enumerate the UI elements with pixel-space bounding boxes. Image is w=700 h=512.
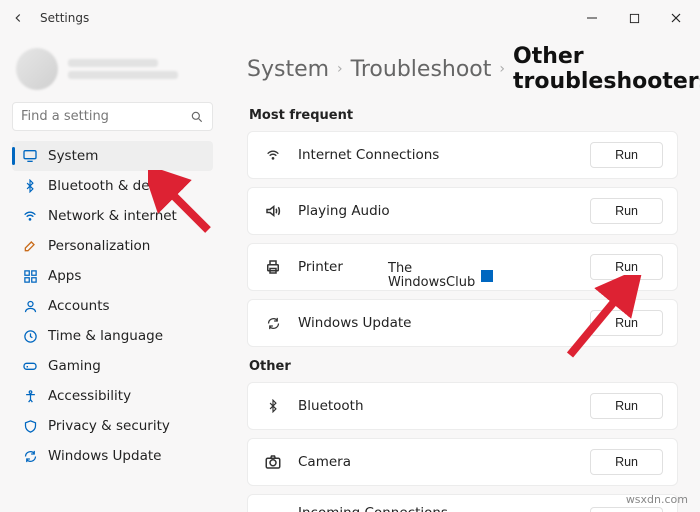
sidebar-item-label: Gaming [48, 358, 101, 374]
crumb-troubleshoot[interactable]: Troubleshoot [351, 57, 492, 82]
update-icon [262, 312, 284, 334]
card-title: Playing Audio [298, 203, 590, 219]
card-title: Camera [298, 454, 590, 470]
run-button[interactable]: Run [590, 198, 663, 224]
troubleshooter-card: PrinterRun [247, 243, 678, 291]
sidebar-item-label: Apps [48, 268, 81, 284]
troubleshooter-card: Internet ConnectionsRun [247, 131, 678, 179]
sidebar-item-label: Accessibility [48, 388, 131, 404]
sidebar-item-personalization[interactable]: Personalization [12, 231, 213, 261]
wifi-icon [262, 144, 284, 166]
card-title: Printer [298, 259, 590, 275]
person-icon [22, 298, 38, 314]
sidebar-item-label: Personalization [48, 238, 150, 254]
chevron-right-icon: › [499, 61, 505, 77]
card-title: Windows Update [298, 315, 590, 331]
nav-list: System Bluetooth & devices Network & inter… [12, 141, 213, 471]
sidebar-item-accessibility[interactable]: Accessibility [12, 381, 213, 411]
troubleshooter-card: Windows UpdateRun [247, 299, 678, 347]
sidebar-item-apps[interactable]: Apps [12, 261, 213, 291]
chevron-right-icon: › [337, 61, 343, 77]
sidebar-item-label: Bluetooth & devices [48, 178, 184, 194]
access-icon [22, 388, 38, 404]
sidebar-item-system[interactable]: System [12, 141, 213, 171]
card-title: Internet Connections [298, 147, 590, 163]
sidebar-item-windows-update[interactable]: Windows Update [12, 441, 213, 471]
sidebar-item-label: Privacy & security [48, 418, 170, 434]
footer-credit: wsxdn.com [626, 493, 688, 506]
sidebar-item-accounts[interactable]: Accounts [12, 291, 213, 321]
run-button[interactable]: Run [590, 142, 663, 168]
sidebar-item-time-language[interactable]: Time & language [12, 321, 213, 351]
troubleshooter-card: BluetoothRun [247, 382, 678, 430]
apps-icon [22, 268, 38, 284]
title-bar: Settings [0, 0, 700, 36]
back-button[interactable] [8, 8, 28, 28]
printer-icon [262, 256, 284, 278]
search-input[interactable]: Find a setting [12, 102, 213, 131]
sidebar-item-privacy-security[interactable]: Privacy & security [12, 411, 213, 441]
run-button[interactable]: Run [590, 254, 663, 280]
section-other: Other [249, 359, 678, 374]
bluetooth-icon [262, 395, 284, 417]
monitor-icon [22, 148, 38, 164]
avatar [16, 48, 58, 90]
run-button[interactable]: Run [590, 393, 663, 419]
account-header[interactable] [12, 44, 213, 102]
sidebar-item-gaming[interactable]: Gaming [12, 351, 213, 381]
audio-icon [262, 200, 284, 222]
sidebar-item-label: Time & language [48, 328, 163, 344]
sidebar-item-label: Accounts [48, 298, 110, 314]
sidebar-item-network-internet[interactable]: Network & internet [12, 201, 213, 231]
troubleshooter-card: CameraRun [247, 438, 678, 486]
breadcrumb: System › Troubleshoot › Other troublesho… [247, 44, 678, 94]
maximize-button[interactable] [618, 6, 650, 30]
app-title: Settings [40, 11, 89, 25]
run-button[interactable]: Run [590, 310, 663, 336]
sidebar: Find a setting System Bluetooth & devices… [0, 36, 225, 512]
update-icon [22, 448, 38, 464]
close-button[interactable] [660, 6, 692, 30]
camera-icon [262, 451, 284, 473]
section-most-frequent: Most frequent [249, 108, 678, 123]
troubleshooter-card: Incoming ConnectionsFind and fix problem… [247, 494, 678, 512]
page-title: Other troubleshooters [513, 44, 700, 94]
search-placeholder: Find a setting [21, 109, 109, 124]
sidebar-item-label: Windows Update [48, 448, 161, 464]
clock-icon [22, 328, 38, 344]
brush-icon [22, 238, 38, 254]
minimize-button[interactable] [576, 6, 608, 30]
sidebar-item-bluetooth-devices[interactable]: Bluetooth & devices [12, 171, 213, 201]
card-title: Incoming Connections [298, 505, 590, 512]
run-button[interactable]: Run [590, 507, 663, 512]
search-icon [190, 110, 204, 124]
troubleshooter-card: Playing AudioRun [247, 187, 678, 235]
content-area: System › Troubleshoot › Other troublesho… [225, 36, 700, 512]
crumb-system[interactable]: System [247, 57, 329, 82]
sidebar-item-label: Network & internet [48, 208, 177, 224]
wifi-icon [22, 208, 38, 224]
card-title: Bluetooth [298, 398, 590, 414]
game-icon [22, 358, 38, 374]
shield-icon [22, 418, 38, 434]
run-button[interactable]: Run [590, 449, 663, 475]
incoming-icon [262, 509, 284, 512]
bluetooth-icon [22, 178, 38, 194]
sidebar-item-label: System [48, 148, 98, 164]
